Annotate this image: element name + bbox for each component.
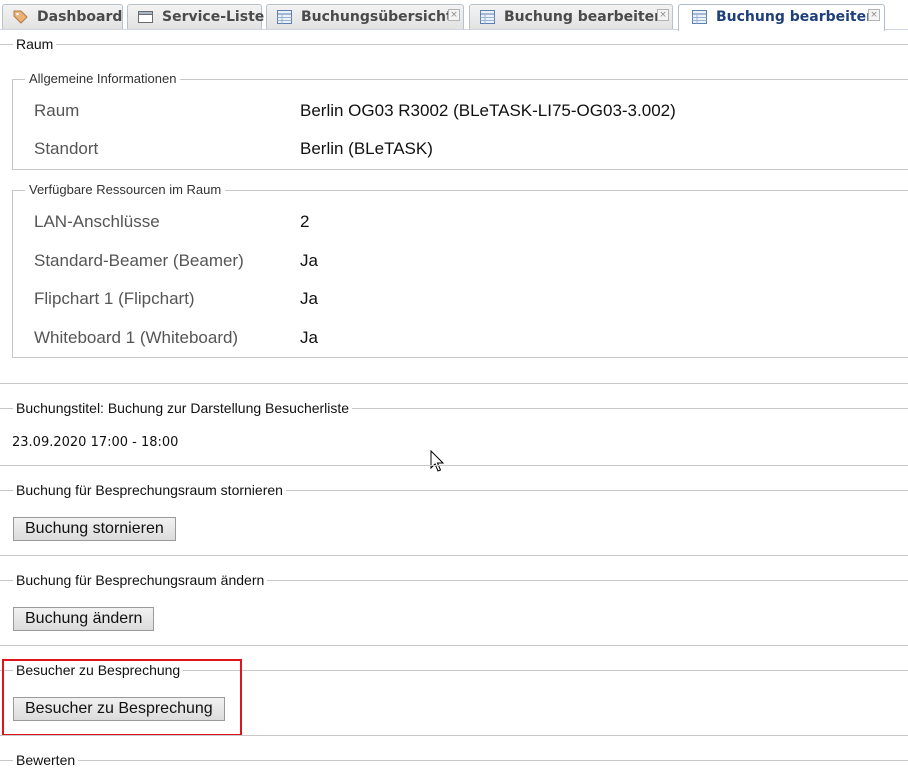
resource-label: Standard-Beamer (Beamer) — [34, 251, 244, 270]
tab-service-liste[interactable]: Service-Liste — [127, 4, 265, 30]
tab-buchungsuebersicht[interactable]: Buchungsübersicht × — [266, 4, 464, 30]
section-divider — [0, 383, 908, 384]
section-title-raum: Raum — [13, 36, 57, 52]
section-divider — [0, 555, 908, 556]
section-title-bewerten: Bewerten — [13, 752, 79, 768]
edit-booking-button[interactable]: Buchung ändern — [13, 607, 155, 631]
resource-label: LAN-Anschlüsse — [34, 212, 160, 231]
mouse-cursor-icon — [430, 450, 445, 472]
section-divider — [0, 465, 908, 466]
section-title-aendern: Buchung für Besprechungsraum ändern — [13, 572, 268, 588]
tab-dashboard[interactable]: Dashboard — [2, 4, 123, 30]
tab-label: Buchung bearbeiten — [504, 9, 665, 25]
cancel-booking-button[interactable]: Buchung stornieren — [13, 517, 176, 541]
close-tab-icon[interactable]: × — [868, 9, 880, 21]
tab-label: Dashboard — [37, 9, 123, 25]
resource-value: Ja — [300, 328, 318, 347]
info-value-standort: Berlin (BLeTASK) — [300, 139, 433, 158]
fieldset-title: Verfügbare Ressourcen im Raum — [25, 182, 226, 197]
tab-label: Buchungsübersicht — [301, 9, 453, 25]
resource-value: Ja — [300, 289, 318, 308]
tab-buchung-bearbeiten-1[interactable]: Buchung bearbeiten × — [469, 4, 673, 30]
table-icon — [692, 10, 707, 24]
tab-label: Service-Liste — [162, 9, 265, 25]
fieldset-title: Allgemeine Informationen — [25, 71, 181, 86]
section-divider — [0, 760, 908, 761]
tab-bar: Dashboard Service-Liste Buchungsübersich… — [0, 0, 908, 31]
tag-icon — [13, 10, 28, 24]
section-title-stornieren: Buchung für Besprechungsraum stornieren — [13, 482, 286, 498]
section-title-buchungstitel: Buchungstitel: Buchung zur Darstellung B… — [13, 400, 353, 416]
resource-value: Ja — [300, 251, 318, 270]
resource-value: 2 — [300, 212, 310, 231]
window-icon — [138, 11, 153, 23]
close-tab-icon[interactable]: × — [448, 9, 460, 21]
tab-buchung-bearbeiten-2[interactable]: Buchung bearbeiten × — [678, 4, 885, 31]
info-label-raum: Raum — [34, 101, 80, 120]
section-divider — [0, 44, 908, 45]
info-label-standort: Standort — [34, 139, 99, 158]
fieldset-allgemeine-informationen — [12, 79, 908, 170]
close-tab-icon[interactable]: × — [657, 9, 669, 21]
table-icon — [480, 10, 495, 24]
booking-datetime: 23.09.2020 17:00 - 18:00 — [12, 435, 179, 450]
section-divider — [0, 735, 908, 736]
table-icon — [277, 10, 292, 24]
resource-label: Whiteboard 1 (Whiteboard) — [34, 328, 239, 347]
section-divider — [0, 645, 908, 646]
resource-label: Flipchart 1 (Flipchart) — [34, 289, 195, 308]
tab-label: Buchung bearbeiten — [716, 9, 877, 25]
highlight-box — [2, 659, 242, 736]
info-value-raum: Berlin OG03 R3002 (BLeTASK-LI75-OG03-3.0… — [300, 101, 676, 120]
